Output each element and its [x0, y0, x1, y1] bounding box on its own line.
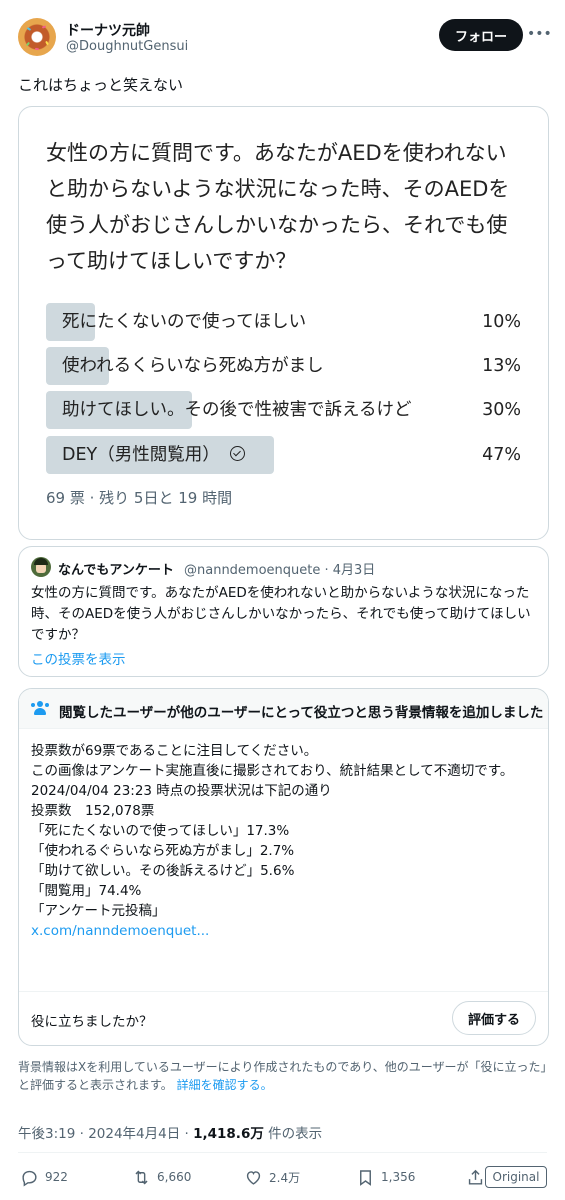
like-count: 2.4万	[269, 1170, 301, 1185]
note-disclaimer: 背景情報はXを利用しているユーザーにより作成されたものであり、他のユーザーが「役…	[18, 1058, 548, 1094]
people-icon	[31, 701, 49, 715]
check-circle-icon	[229, 445, 245, 461]
poll-option-percent: 10%	[482, 312, 521, 332]
like-button[interactable]: 2.4万	[244, 1164, 300, 1190]
bookmark-icon	[360, 1169, 371, 1186]
helpful-question: 役に立ちましたか？	[31, 1014, 153, 1030]
poll-image[interactable]: 女性の方に質問です。あなたがAEDを使われないと助からないような状況になった時、…	[18, 106, 549, 540]
view-count: 1,418.6万	[193, 1126, 264, 1142]
bookmark-button[interactable]: 1,356	[356, 1164, 415, 1190]
note-line: 投票数が69票であることに注目してください。	[31, 743, 318, 759]
note-line: 「死にたくないので使ってほしい」17.3%	[31, 823, 290, 839]
share-icon	[468, 1169, 483, 1185]
reply-count: 922	[45, 1170, 68, 1184]
note-line: この画像はアンケート実施直後に撮影されており、統計結果として不適切です。	[31, 763, 514, 779]
poll-option: 死にたくないので使ってほしい 10%	[46, 303, 521, 341]
action-bar: 922 6,660 2.4万 1,356 Original	[18, 1164, 547, 1190]
repost-icon	[135, 1170, 148, 1184]
note-line: 「助けて欲しい。その後訴えるけど」5.6%	[31, 863, 295, 879]
poll-option: DEY（男性閲覧用） 47%	[46, 436, 521, 474]
quoted-tweet[interactable]: なんでもアンケート @nanndemoenquete · 4月3日 女性の方に質…	[18, 546, 549, 677]
community-note: 閲覧したユーザーが他のユーザーにとって役立つと思う背景情報を追加しました 投票数…	[18, 688, 549, 1046]
poll-meta: 69 票 · 残り 5日と 19 時間	[46, 489, 233, 507]
note-source-link[interactable]: x.com/nanndemoenquet...	[31, 921, 541, 941]
note-header: 閲覧したユーザーが他のユーザーにとって役立つと思う背景情報を追加しました	[19, 689, 548, 729]
poll-question: 女性の方に質問です。あなたがAEDを使われないと助からないような状況になった時、…	[46, 141, 510, 273]
poll-option-label: 助けてほしい。その後で性被害で訴えるけど	[62, 400, 412, 420]
quote-avatar	[31, 557, 51, 577]
poll-option-percent: 13%	[482, 356, 521, 376]
tweet-meta: 午後3:19 · 2024年4月4日 · 1,418.6万 件の表示	[18, 1122, 322, 1142]
note-footer: 役に立ちましたか？ 評価する	[19, 991, 548, 1045]
poll-option-label: 使われるくらいなら死ぬ方がまし	[62, 356, 324, 376]
quote-author-handle: @nanndemoenquete · 4月3日	[184, 563, 376, 578]
poll-option-text: DEY（男性閲覧用）	[62, 445, 220, 465]
note-line: 「閲覧用」74.4%	[31, 883, 142, 899]
divider	[18, 1152, 547, 1153]
show-poll-link[interactable]: この投票を表示	[31, 648, 126, 668]
reply-button[interactable]: 922	[20, 1164, 68, 1190]
bookmark-count: 1,356	[381, 1170, 416, 1184]
note-line: 投票数 152,078票	[31, 803, 155, 819]
poll-option-label: 死にたくないので使ってほしい	[62, 312, 307, 332]
poll-option: 助けてほしい。その後で性被害で訴えるけど 30%	[46, 391, 521, 429]
views-label: 件の表示	[263, 1126, 323, 1142]
note-line: 「アンケート元投稿」	[31, 903, 166, 919]
more-icon[interactable]: •••	[527, 24, 552, 44]
note-title: 閲覧したユーザーが他のユーザーにとって役立つと思う背景情報を追加しました	[59, 705, 544, 721]
repost-button[interactable]: 6,660	[132, 1164, 191, 1190]
author-handle[interactable]: @DoughnutGensui	[66, 39, 188, 54]
quote-text: 女性の方に質問です。あなたがAEDを使われないと助からないような状況になった時、…	[31, 585, 531, 643]
note-line: 「使われるぐらいなら死ぬ方がまし」2.7%	[31, 843, 295, 859]
repost-count: 6,660	[157, 1170, 192, 1184]
original-button[interactable]: Original	[485, 1166, 547, 1188]
poll-option-percent: 47%	[482, 445, 521, 465]
rate-button[interactable]: 評価する	[452, 1001, 536, 1035]
avatar[interactable]	[18, 18, 56, 56]
author-name[interactable]: ドーナツ元帥	[66, 20, 150, 40]
tweet-text: これはちょっと笑えない	[18, 76, 184, 94]
timestamp[interactable]: 午後3:19 · 2024年4月4日 ·	[18, 1126, 193, 1142]
heart-icon	[246, 1170, 261, 1185]
follow-button[interactable]: フォロー	[439, 19, 523, 51]
poll-option-percent: 30%	[482, 400, 521, 420]
reply-icon	[22, 1170, 37, 1187]
poll-option: 使われるくらいなら死ぬ方がまし 13%	[46, 347, 521, 385]
tweet-header: ドーナツ元帥 @DoughnutGensui フォロー •••	[18, 16, 552, 60]
quote-author-name: なんでもアンケート	[58, 563, 174, 578]
poll-option-label: DEY（男性閲覧用）	[62, 436, 245, 474]
disclaimer-text: 背景情報はXを利用しているユーザーにより作成されたものであり、他のユーザーが「役…	[18, 1060, 547, 1092]
learn-more-link[interactable]: 詳細を確認する。	[177, 1078, 273, 1092]
note-line: 2024/04/04 23:23 時点の投票状況は下記の通り	[31, 783, 332, 799]
note-body: 投票数が69票であることに注目してください。 この画像はアンケート実施直後に撮影…	[31, 741, 541, 941]
